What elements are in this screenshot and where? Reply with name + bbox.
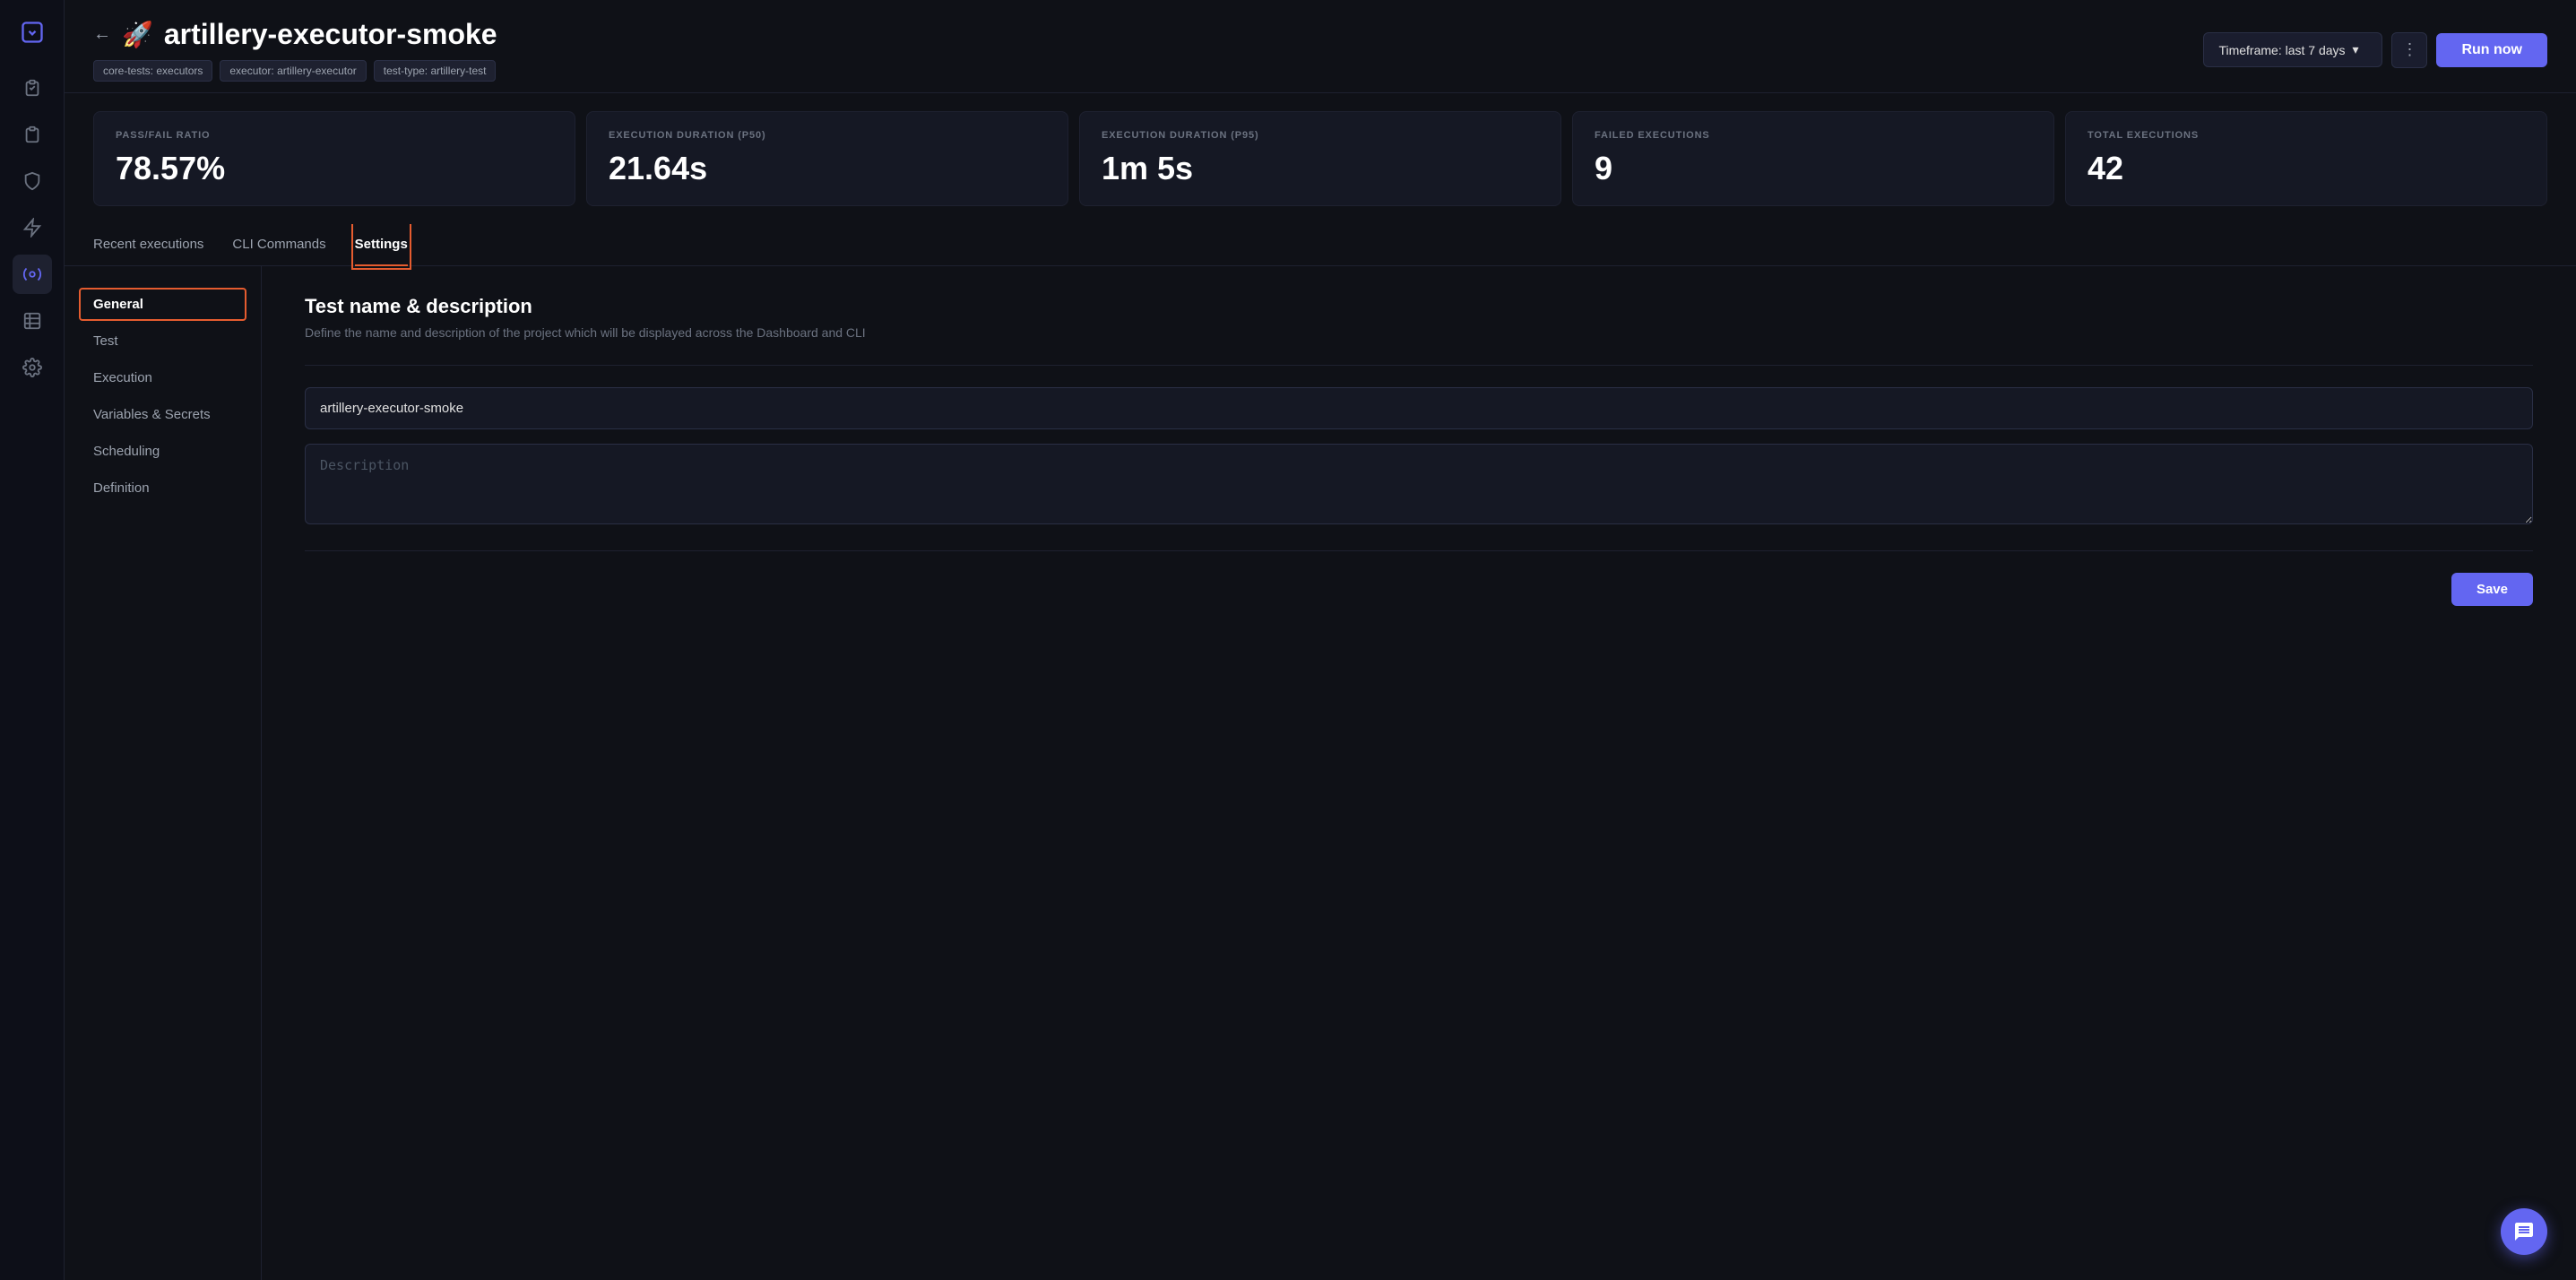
more-options-button[interactable]: ⋮	[2391, 32, 2427, 68]
settings-content: Test name & description Define the name …	[262, 266, 2576, 1280]
settings-nav-scheduling[interactable]: Scheduling	[79, 435, 246, 468]
test-description-input[interactable]	[305, 444, 2533, 524]
chevron-down-icon: ▾	[2353, 42, 2359, 57]
test-name-input[interactable]	[305, 387, 2533, 429]
run-now-button[interactable]: Run now	[2436, 33, 2547, 67]
settings-nav-general[interactable]: General	[79, 288, 246, 321]
stat-label-p50: EXECUTION DURATION (P50)	[609, 130, 1046, 141]
page-title: artillery-executor-smoke	[164, 18, 497, 51]
stat-value-p50: 21.64s	[609, 150, 1046, 187]
tab-cli-commands[interactable]: CLI Commands	[232, 224, 325, 266]
settings-section-title: Test name & description	[305, 295, 2533, 318]
save-button[interactable]: Save	[2451, 573, 2533, 606]
stat-card-failed: FAILED EXECUTIONS 9	[1572, 111, 2054, 206]
sidebar-logo	[14, 14, 50, 50]
stat-value-failed: 9	[1595, 150, 2032, 187]
rocket-icon: 🚀	[122, 20, 153, 49]
stat-card-total: TOTAL EXECUTIONS 42	[2065, 111, 2547, 206]
settings-nav-definition[interactable]: Definition	[79, 471, 246, 505]
stat-label-failed: FAILED EXECUTIONS	[1595, 130, 2032, 141]
stat-value-p95: 1m 5s	[1102, 150, 1539, 187]
sidebar-item-settings[interactable]	[13, 348, 52, 387]
stat-card-pass-fail: PASS/FAIL RATIO 78.57%	[93, 111, 575, 206]
header-title-row: ← 🚀 artillery-executor-smoke	[93, 18, 497, 51]
sidebar-item-clipboard[interactable]	[13, 68, 52, 108]
settings-nav-execution[interactable]: Execution	[79, 361, 246, 394]
settings-nav: General Test Execution Variables & Secre…	[65, 266, 262, 1280]
tabs-and-content: Recent executions CLI Commands Settings …	[65, 224, 2576, 1280]
timeframe-select[interactable]: Timeframe: last 7 days ▾	[2203, 32, 2382, 67]
header-left: ← 🚀 artillery-executor-smoke core-tests:…	[93, 18, 497, 82]
header-right: Timeframe: last 7 days ▾ ⋮ Run now	[2203, 32, 2547, 68]
main-content: ← 🚀 artillery-executor-smoke core-tests:…	[65, 0, 2576, 1280]
stat-value-total: 42	[2088, 150, 2525, 187]
save-btn-row: Save	[305, 573, 2533, 606]
stat-card-p95: EXECUTION DURATION (P95) 1m 5s	[1079, 111, 1561, 206]
stat-label-p95: EXECUTION DURATION (P95)	[1102, 130, 1539, 141]
stat-card-p50: EXECUTION DURATION (P50) 21.64s	[586, 111, 1068, 206]
sidebar-item-lightning[interactable]	[13, 208, 52, 247]
stat-label-pass-fail: PASS/FAIL RATIO	[116, 130, 553, 141]
sidebar-item-stack[interactable]	[13, 115, 52, 154]
sidebar-item-shield[interactable]	[13, 161, 52, 201]
body-area: Recent executions CLI Commands Settings …	[65, 224, 2576, 1280]
sidebar-item-gear-circle[interactable]	[13, 255, 52, 294]
settings-nav-test[interactable]: Test	[79, 324, 246, 358]
chat-bubble-button[interactable]	[2501, 1208, 2547, 1255]
tab-settings[interactable]: Settings	[355, 224, 408, 266]
sidebar-item-table[interactable]	[13, 301, 52, 341]
stats-row: PASS/FAIL RATIO 78.57% EXECUTION DURATIO…	[65, 93, 2576, 224]
tag-core-tests: core-tests: executors	[93, 60, 212, 82]
back-button[interactable]: ←	[93, 24, 111, 45]
settings-divider	[305, 365, 2533, 366]
tag-test-type: test-type: artillery-test	[374, 60, 497, 82]
tag-executor: executor: artillery-executor	[220, 60, 366, 82]
stat-value-pass-fail: 78.57%	[116, 150, 553, 187]
settings-layout: General Test Execution Variables & Secre…	[65, 266, 2576, 1280]
header-tags: core-tests: executors executor: artiller…	[93, 60, 497, 82]
stat-label-total: TOTAL EXECUTIONS	[2088, 130, 2525, 141]
timeframe-label: Timeframe: last 7 days	[2218, 43, 2345, 57]
settings-section-desc: Define the name and description of the p…	[305, 325, 2533, 340]
tab-recent-executions[interactable]: Recent executions	[93, 224, 203, 266]
settings-nav-variables[interactable]: Variables & Secrets	[79, 398, 246, 431]
tabs-bar: Recent executions CLI Commands Settings	[65, 224, 2576, 266]
settings-divider-bottom	[305, 550, 2533, 551]
sidebar	[0, 0, 65, 1280]
header: ← 🚀 artillery-executor-smoke core-tests:…	[65, 0, 2576, 93]
